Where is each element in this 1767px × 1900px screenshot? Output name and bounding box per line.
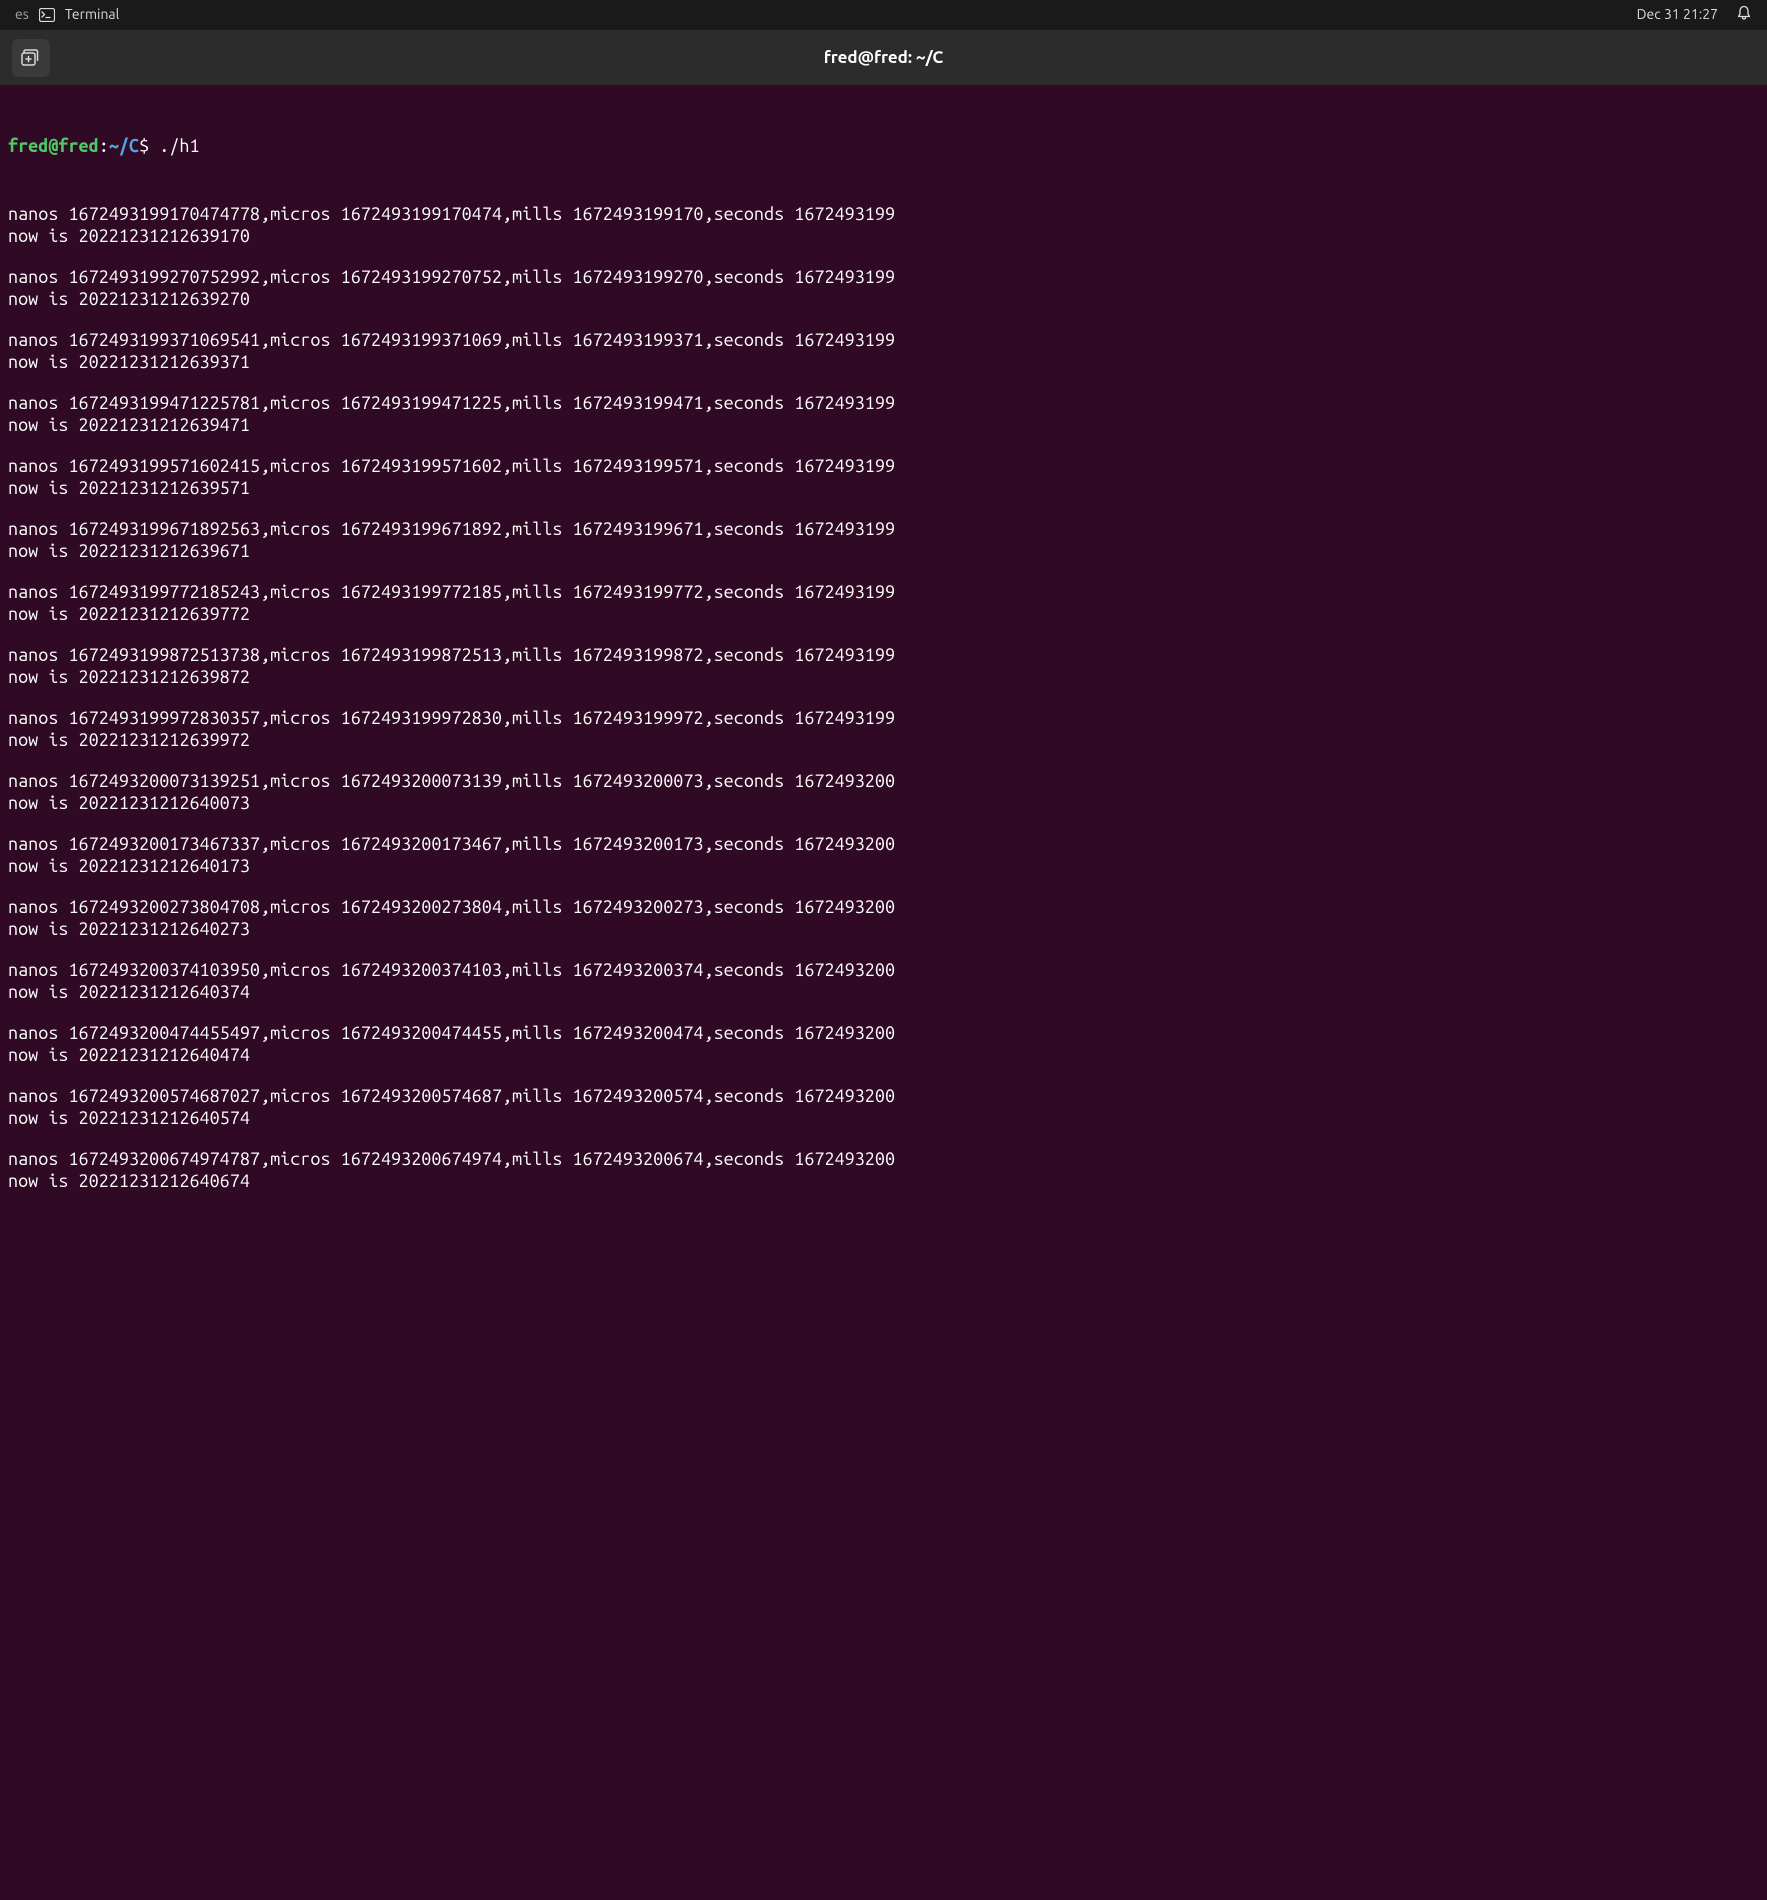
output-line: nanos 1672493199471225781,micros 1672493… (8, 392, 1759, 415)
output-line: now is 20221231212639571 (8, 477, 1759, 500)
output-line: nanos 1672493199972830357,micros 1672493… (8, 707, 1759, 730)
output-block: nanos 1672493199972830357,micros 1672493… (8, 707, 1759, 752)
output-block: nanos 1672493200273804708,micros 1672493… (8, 896, 1759, 941)
output-line: now is 20221231212640674 (8, 1170, 1759, 1193)
gnome-top-bar: es Terminal Dec 31 21:27 (0, 0, 1767, 30)
command-text: ./h1 (159, 136, 199, 156)
output-block: nanos 1672493199772185243,micros 1672493… (8, 581, 1759, 626)
top-bar-left: es Terminal (15, 6, 119, 24)
output-block: nanos 1672493199671892563,micros 1672493… (8, 518, 1759, 563)
output-line: now is 20221231212639471 (8, 414, 1759, 437)
terminal-app-icon[interactable] (39, 8, 55, 22)
output-line: now is 20221231212639270 (8, 288, 1759, 311)
top-bar-right: Dec 31 21:27 (1637, 5, 1752, 26)
output-block: nanos 1672493199371069541,micros 1672493… (8, 329, 1759, 374)
prompt-dollar: $ (139, 136, 149, 156)
output-line: now is 20221231212640474 (8, 1044, 1759, 1067)
output-block: nanos 1672493200374103950,micros 1672493… (8, 959, 1759, 1004)
output-line: now is 20221231212639772 (8, 603, 1759, 626)
terminal-output[interactable]: fred@fred:~/C$ ./h1 nanos 16724931991704… (0, 85, 1767, 1220)
output-line: nanos 1672493200674974787,micros 1672493… (8, 1148, 1759, 1171)
output-block: nanos 1672493199270752992,micros 1672493… (8, 266, 1759, 311)
output-line: now is 20221231212639371 (8, 351, 1759, 374)
prompt-line: fred@fred:~/C$ ./h1 (8, 135, 1759, 158)
app-name-label[interactable]: Terminal (65, 6, 120, 24)
prompt-path: ~/C (109, 136, 139, 156)
window-title-label: fred@fred: ~/C (824, 47, 944, 68)
output-line: now is 20221231212639671 (8, 540, 1759, 563)
output-line: now is 20221231212639972 (8, 729, 1759, 752)
output-block: nanos 1672493200173467337,micros 1672493… (8, 833, 1759, 878)
output-line: nanos 1672493200173467337,micros 1672493… (8, 833, 1759, 856)
output-line: nanos 1672493199270752992,micros 1672493… (8, 266, 1759, 289)
prompt-user-host: fred@fred (8, 136, 99, 156)
output-line: now is 20221231212640374 (8, 981, 1759, 1004)
output-line: nanos 1672493199772185243,micros 1672493… (8, 581, 1759, 604)
new-tab-button[interactable] (12, 39, 50, 77)
output-line: nanos 1672493200474455497,micros 1672493… (8, 1022, 1759, 1045)
output-line: nanos 1672493199571602415,micros 1672493… (8, 455, 1759, 478)
clock-label[interactable]: Dec 31 21:27 (1637, 6, 1718, 24)
output-block: nanos 1672493200073139251,micros 1672493… (8, 770, 1759, 815)
output-block: nanos 1672493199170474778,micros 1672493… (8, 203, 1759, 248)
output-line: now is 20221231212640273 (8, 918, 1759, 941)
activities-fragment[interactable]: es (15, 6, 29, 24)
output-block: nanos 1672493199571602415,micros 1672493… (8, 455, 1759, 500)
output-block: nanos 1672493200474455497,micros 1672493… (8, 1022, 1759, 1067)
output-line: now is 20221231212640073 (8, 792, 1759, 815)
output-line: nanos 1672493200574687027,micros 1672493… (8, 1085, 1759, 1108)
output-block: nanos 1672493200674974787,micros 1672493… (8, 1148, 1759, 1193)
output-line: now is 20221231212639170 (8, 225, 1759, 248)
output-block: nanos 1672493199471225781,micros 1672493… (8, 392, 1759, 437)
output-line: nanos 1672493199170474778,micros 1672493… (8, 203, 1759, 226)
command-text (149, 136, 159, 156)
prompt-colon: : (99, 136, 109, 156)
output-line: now is 20221231212640173 (8, 855, 1759, 878)
output-line: nanos 1672493199872513738,micros 1672493… (8, 644, 1759, 667)
output-line: nanos 1672493200073139251,micros 1672493… (8, 770, 1759, 793)
output-line: now is 20221231212640574 (8, 1107, 1759, 1130)
output-line: nanos 1672493200273804708,micros 1672493… (8, 896, 1759, 919)
output-line: nanos 1672493200374103950,micros 1672493… (8, 959, 1759, 982)
notification-bell-icon[interactable] (1736, 5, 1752, 26)
window-title-bar: fred@fred: ~/C (0, 30, 1767, 85)
output-line: nanos 1672493199371069541,micros 1672493… (8, 329, 1759, 352)
output-line: now is 20221231212639872 (8, 666, 1759, 689)
output-block: nanos 1672493199872513738,micros 1672493… (8, 644, 1759, 689)
new-tab-icon (21, 49, 41, 67)
output-line: nanos 1672493199671892563,micros 1672493… (8, 518, 1759, 541)
output-block: nanos 1672493200574687027,micros 1672493… (8, 1085, 1759, 1130)
